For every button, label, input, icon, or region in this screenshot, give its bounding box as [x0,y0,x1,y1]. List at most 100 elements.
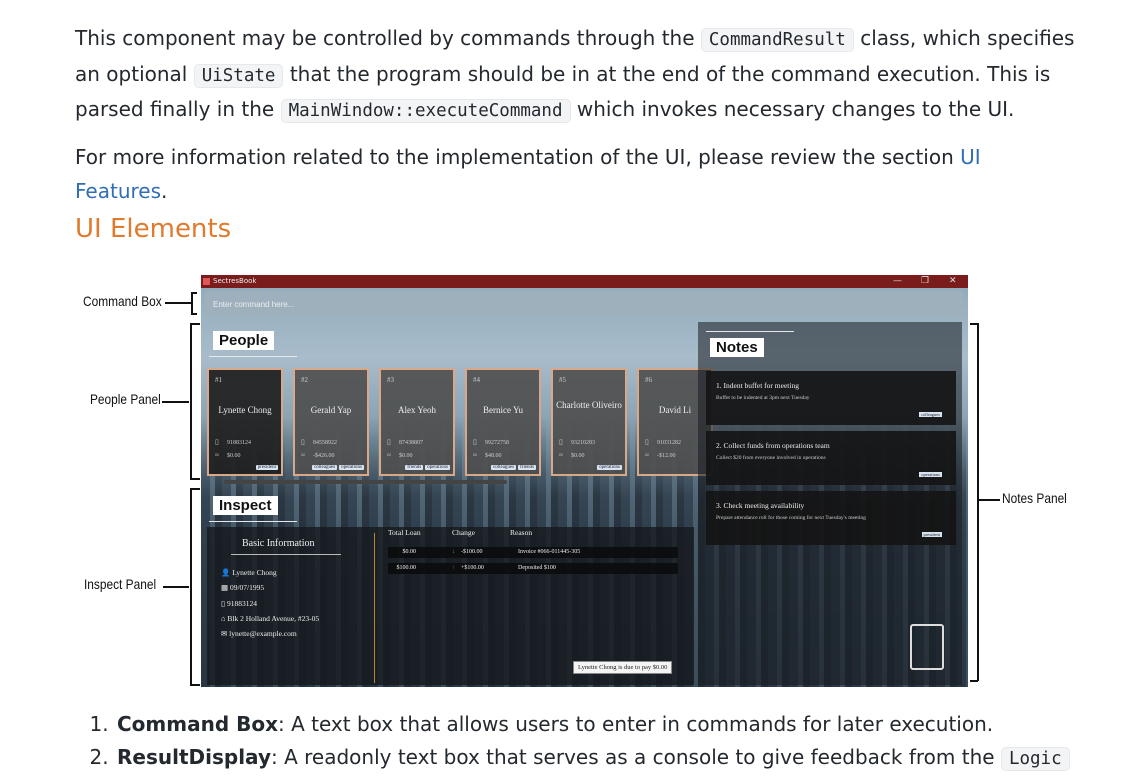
loan-row: $0.00 ↓ -$100.00 Invoice #066-011445-305 [388,547,678,558]
close-icon[interactable]: ✕ [949,275,957,288]
card-tags: operations [595,465,622,470]
card-name: Bernice Yu [483,405,523,415]
inspect-address: Blk 2 Holland Avenue, #23-05 [227,613,320,623]
section-heading: UI Elements [75,214,232,244]
person-card[interactable]: #5 Charlotte Oliveiro ▯ 93210283 ≈ $0.00 opera… [551,368,627,476]
card-phone: ▯ 87438807 [387,438,423,446]
money-icon: ≈ [215,451,219,459]
tag-chip: operations [425,465,450,470]
card-amount: ≈ $0.00 [215,451,241,459]
loan-total: $100.00 [396,565,417,571]
person-icon: 👤 [221,568,231,577]
header-change: Change [452,528,475,537]
inspect-phone: 91883124 [227,598,258,608]
card-phone: ▯ 91883124 [215,438,251,446]
label-notes-panel: Notes Panel [1002,490,1067,506]
notes-panel: Notes 1. Indent buffet for meeting Buffet… [698,322,962,685]
card-index: #6 [645,376,652,384]
card-amount: ≈ -$426.00 [301,451,335,459]
card-tags: president [254,465,278,470]
card-amount: ≈ $0.00 [559,451,585,459]
command-input[interactable] [205,291,963,317]
card-tags: colleagues friends [489,465,536,470]
phone-icon: ▯ [221,598,226,608]
birthday-icon: ▦ [221,583,229,593]
note-card[interactable]: 3. Check meeting availability Prepare att… [706,491,956,545]
tag-chip: colleagues [312,465,338,470]
tag-chip: president [921,532,942,537]
ui-elements-list: Command Box: A text box that allows user… [75,708,1070,776]
list-term: ResultDisplay [117,745,271,769]
info-paragraph: For more information related to the impl… [75,145,981,203]
card-name: Alex Yeoh [397,405,436,415]
code-logic: Logic [1000,747,1070,771]
tag-chip: operations [919,472,942,477]
note-body: Collect $20 from everyone involved in op… [716,455,826,461]
app-title: SectresBook [213,277,257,285]
money-icon: ≈ [559,451,563,459]
loan-total: $0.00 [402,549,417,555]
tag-chip: friends [405,465,424,470]
person-card[interactable]: #2 Gerald Yap ▯ 84558922 ≈ -$426.00 colleagues… [293,368,369,476]
ui-elements-figure: Command Box People Panel Inspect Panel N… [75,270,1075,690]
card-name: Gerald Yap [310,405,352,415]
home-icon: ⌂ [221,613,226,623]
note-title: 2. Collect funds from operations team [716,441,830,450]
minimize-icon[interactable]: — [893,275,902,288]
card-phone: ▯ 93210283 [559,438,595,446]
intro-paragraph: This component may be controlled by comm… [75,26,1075,123]
phone-icon: ▯ [473,438,477,446]
due-message: Lynette Chong is due to pay $0.00 [573,661,673,674]
card-name: Charlotte Oliveiro [556,400,622,410]
header-total-loan: Total Loan [388,528,421,537]
person-card[interactable]: #3 Alex Yeoh ▯ 87438807 ≈ $0.00 friends operati… [379,368,455,476]
card-phone: ▯ 99272758 [473,438,509,446]
arrow-down-icon: ↓ [452,549,455,555]
person-card[interactable]: #1 Lynette Chong ▯ 91883124 ≈ $0.00 president [207,368,283,476]
phone-icon: ▯ [301,438,305,446]
card-phone: ▯ 91031282 [645,438,681,446]
card-amount: ≈ $0.00 [387,451,413,459]
card-index: #4 [473,376,480,384]
tag-chip: president [255,465,278,470]
card-amount: ≈ $48.00 [473,451,502,459]
inspect-birthday: 09/07/1995 [229,583,265,593]
people-scrollbar[interactable] [224,480,507,484]
loan-change: +$100.00 [461,565,484,571]
tag-chip: colleagues [919,412,942,417]
list-term: Command Box [117,712,278,736]
card-tags: colleagues operations [310,465,364,470]
money-icon: ≈ [301,451,305,459]
note-body: Prepare attendance roll for those coming… [716,515,866,521]
inspect-email: lynette@example.com [229,629,297,639]
loan-change: -$100.00 [461,549,483,555]
note-card[interactable]: 2. Collect funds from operations team Col… [706,431,956,485]
notebook-icon[interactable] [910,624,944,670]
loan-row: $100.00 ↑ +$100.00 Deposited $100 [388,563,678,574]
tag-chip: operations [597,465,622,470]
inspect-title: Inspect [213,496,278,515]
money-icon: ≈ [387,451,391,459]
label-command-box: Command Box [83,293,162,309]
tag-chip: friends [518,465,536,470]
label-people-panel: People Panel [90,391,161,407]
card-index: #3 [387,376,394,384]
money-icon: ≈ [645,451,649,459]
email-icon: ✉ [221,629,228,639]
tag-chip: colleagues [491,465,517,470]
code-commandresult: CommandResult [700,28,854,52]
note-title: 3. Check meeting availability [716,501,805,510]
app-icon [203,278,210,285]
money-icon: ≈ [473,451,477,459]
card-phone: ▯ 84558922 [301,438,337,446]
title-bar: SectresBook — ❐ ✕ [201,275,968,288]
command-box[interactable] [205,291,963,317]
people-title: People [213,331,275,350]
person-card[interactable]: #4 Bernice Yu ▯ 99272758 ≈ $48.00 colleagues fr… [465,368,541,476]
phone-icon: ▯ [559,438,563,446]
restore-icon[interactable]: ❐ [921,275,929,288]
app-window: SectresBook — ❐ ✕ People #1 Lynette Chong… [201,275,968,687]
basic-info-title: Basic Information [242,538,315,549]
note-card[interactable]: 1. Indent buffet for meeting Buffet to be… [706,371,956,425]
code-uistate: UiState [193,63,284,88]
